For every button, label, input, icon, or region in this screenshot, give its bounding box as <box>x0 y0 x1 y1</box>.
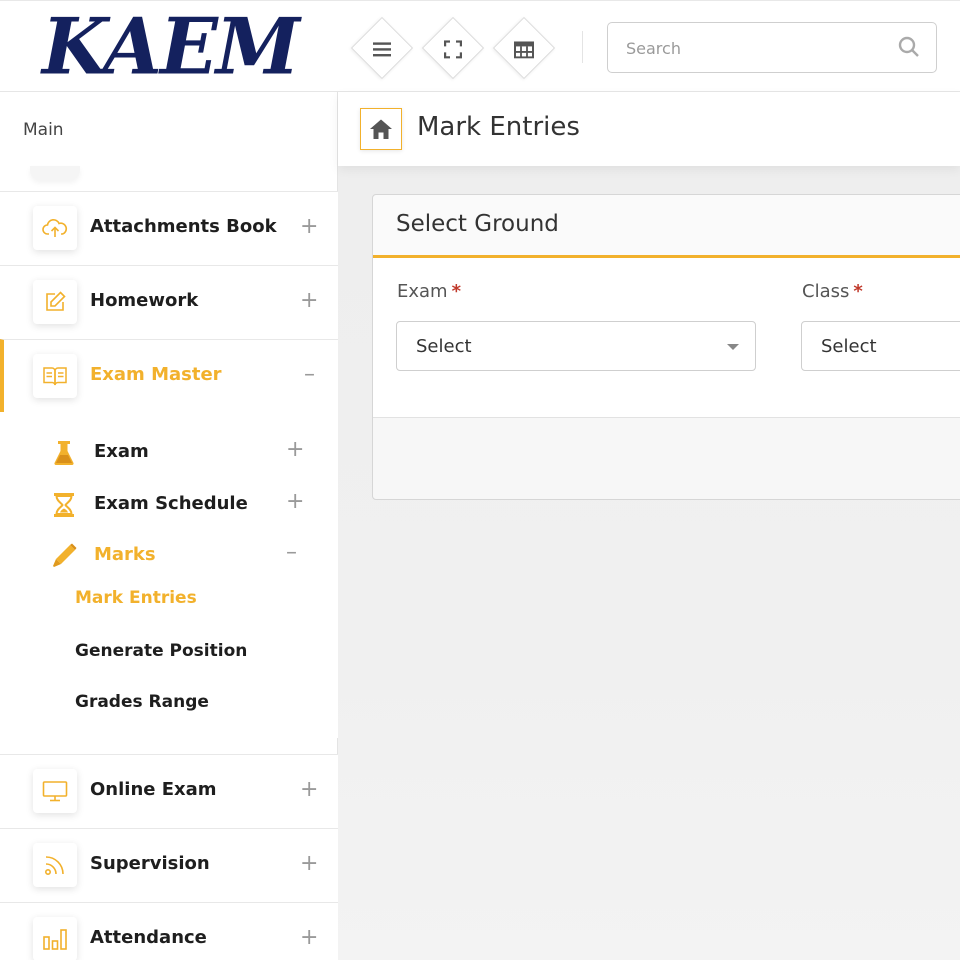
card-header: Select Ground <box>373 195 960 258</box>
menu-toggle-button[interactable] <box>350 16 414 80</box>
nav-icon-box <box>33 280 77 324</box>
pen-icon <box>53 543 77 567</box>
expand-toggle[interactable]: + <box>300 777 318 802</box>
expand-toggle[interactable]: + <box>286 489 304 514</box>
sidebar-scrolled-item-edge <box>30 166 80 180</box>
menu-link-generate-position[interactable]: Generate Position <box>75 641 247 661</box>
edit-icon <box>46 291 66 311</box>
card-title: Select Ground <box>396 211 559 237</box>
search-icon[interactable] <box>898 36 920 58</box>
submenu-item-label: Marks <box>94 544 156 565</box>
class-select-value: Select <box>821 336 877 357</box>
menu-icon <box>373 42 391 57</box>
select-ground-card: Select Ground Exam * Select Class * Select <box>372 194 960 500</box>
flask-icon <box>54 441 74 466</box>
monitor-icon <box>42 781 68 802</box>
collapse-toggle[interactable]: – <box>286 540 297 565</box>
app-logo[interactable]: KAEM <box>42 6 300 88</box>
home-button[interactable] <box>360 108 402 150</box>
rss-icon <box>44 856 64 875</box>
sidebar: Main Attachments Book + Homework + Exam … <box>0 92 338 960</box>
sidebar-item-online-exam[interactable]: Online Exam + <box>0 754 338 828</box>
expand-toggle[interactable]: + <box>300 925 318 950</box>
sidebar-section-label: Main <box>23 120 64 140</box>
exam-field-label: Exam * <box>397 281 461 302</box>
bar-chart-icon <box>43 929 67 950</box>
book-icon <box>43 367 67 386</box>
home-icon <box>370 119 392 139</box>
page-header: Mark Entries <box>338 92 960 166</box>
search-box <box>607 22 937 73</box>
exam-master-submenu: Exam + Exam Schedule + Marks – Mark Entr… <box>0 412 338 738</box>
expand-toggle[interactable]: + <box>300 851 318 876</box>
submenu-item-label: Exam <box>94 441 149 462</box>
sidebar-item-label: Attendance <box>90 927 207 948</box>
cloud-upload-icon <box>42 219 68 237</box>
required-marker: * <box>451 281 462 302</box>
submenu-item-marks[interactable]: Marks – <box>0 530 338 580</box>
expand-toggle[interactable]: + <box>300 214 318 239</box>
required-marker: * <box>853 281 863 302</box>
exam-select[interactable]: Select <box>396 321 756 371</box>
chevron-down-icon <box>727 344 739 350</box>
expand-toggle[interactable]: + <box>286 437 304 462</box>
fullscreen-button[interactable] <box>421 16 485 80</box>
nav-icon-box <box>33 354 77 398</box>
sidebar-item-label: Attachments Book <box>90 216 277 237</box>
sidebar-item-label: Online Exam <box>90 779 217 800</box>
top-header: KAEM <box>0 0 960 92</box>
collapse-toggle[interactable]: – <box>304 362 315 387</box>
grid-icon <box>514 40 534 58</box>
card-body: Exam * Select Class * Select <box>373 258 960 418</box>
sidebar-item-exam-master[interactable]: Exam Master – <box>0 339 338 413</box>
page-title: Mark Entries <box>417 112 580 142</box>
sidebar-item-label: Exam Master <box>90 364 222 385</box>
submenu-item-label: Exam Schedule <box>94 493 248 514</box>
fullscreen-icon <box>444 40 462 59</box>
hourglass-icon <box>54 493 74 517</box>
header-divider <box>582 31 583 63</box>
submenu-item-exam-schedule[interactable]: Exam Schedule + <box>0 479 338 529</box>
class-label-text: Class <box>802 281 850 302</box>
nav-icon-box <box>33 917 77 960</box>
search-input[interactable] <box>626 35 886 61</box>
expand-toggle[interactable]: + <box>300 288 318 313</box>
sidebar-item-attendance[interactable]: Attendance + <box>0 902 338 960</box>
sidebar-item-label: Supervision <box>90 853 210 874</box>
exam-select-value: Select <box>416 336 472 357</box>
nav-icon-box <box>33 769 77 813</box>
class-field-label: Class * <box>802 281 863 302</box>
class-select[interactable]: Select <box>801 321 960 371</box>
sidebar-item-label: Homework <box>90 290 199 311</box>
grid-view-button[interactable] <box>492 16 556 80</box>
sidebar-item-supervision[interactable]: Supervision + <box>0 828 338 902</box>
menu-link-mark-entries[interactable]: Mark Entries <box>75 588 197 608</box>
nav-icon-box <box>33 206 77 250</box>
exam-label-text: Exam <box>397 281 448 302</box>
menu-link-grades-range[interactable]: Grades Range <box>75 692 209 712</box>
nav-icon-box <box>33 843 77 887</box>
sidebar-item-homework[interactable]: Homework + <box>0 265 338 339</box>
submenu-item-exam[interactable]: Exam + <box>0 427 338 477</box>
sidebar-item-attachments-book[interactable]: Attachments Book + <box>0 191 338 265</box>
